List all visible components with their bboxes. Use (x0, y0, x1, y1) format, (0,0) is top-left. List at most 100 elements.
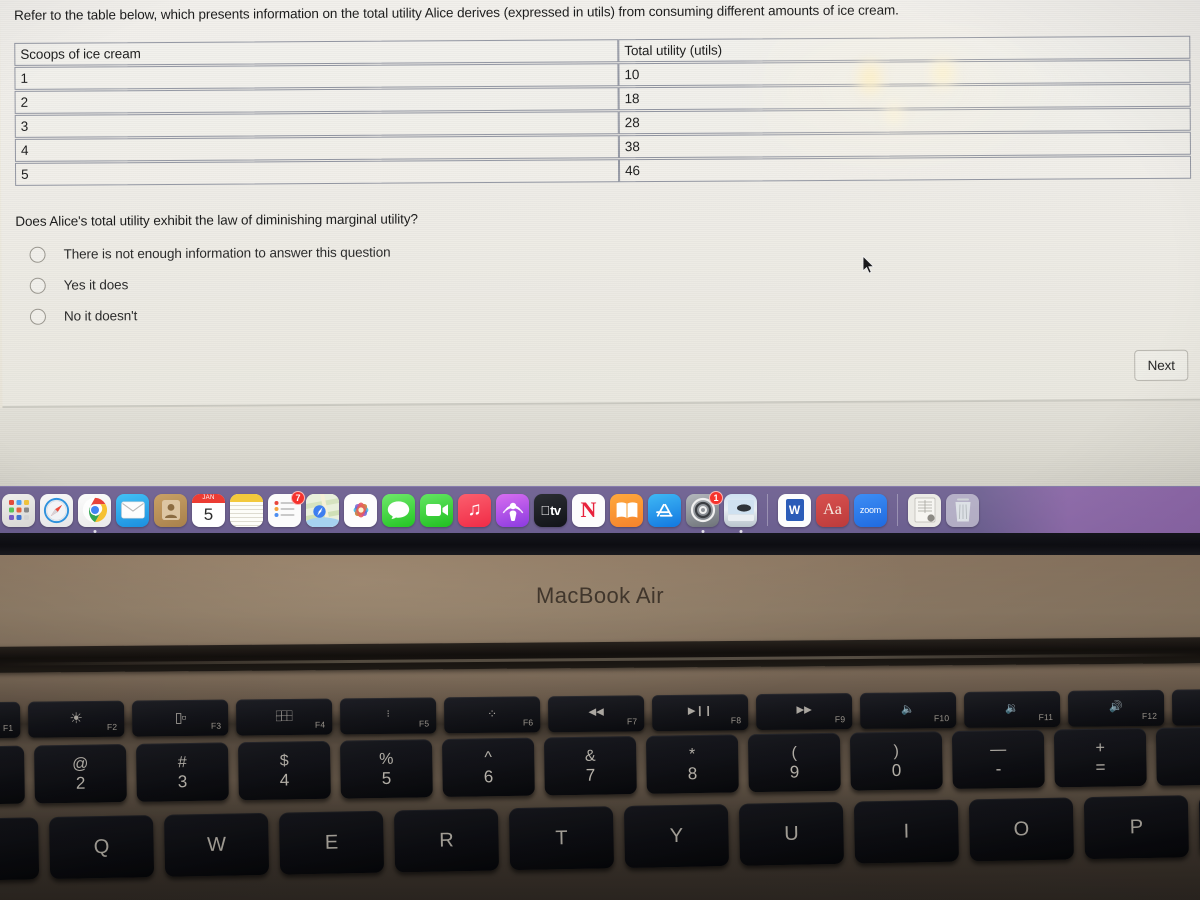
zoom-label-icon: zoom (859, 505, 882, 515)
answer-option-1[interactable]: Yes it does (29, 268, 391, 301)
dock-item-system-preferences[interactable] (724, 493, 757, 533)
dock-item-photos[interactable] (344, 493, 377, 527)
dock-item-books[interactable] (610, 493, 643, 527)
key-minus[interactable]: — - (951, 729, 1045, 790)
question-prompt: Refer to the table below, which presents… (14, 2, 899, 23)
key-7[interactable]: & 7 (543, 736, 637, 796)
desktop-wallpaper (0, 408, 1200, 486)
dock-item-mail[interactable] (116, 493, 149, 527)
answer-option-label: No it doesn't (63, 308, 138, 324)
play-pause-icon: ▶❙❙ (687, 705, 713, 717)
key-f12[interactable]: 🔊 F12 (1067, 689, 1165, 727)
key-f10[interactable]: 🔈 F10 (859, 691, 957, 729)
key-2[interactable]: @ 2 (33, 744, 127, 804)
mission-control-icon: ▯▫ (174, 709, 186, 726)
key-char: 9 (789, 761, 800, 782)
volume-up-icon: 🔊 (1109, 700, 1124, 713)
mute-icon: 🔈 (901, 702, 916, 716)
key-o[interactable]: O (968, 797, 1074, 862)
key-f7[interactable]: ◀◀ F7 (547, 695, 645, 733)
laptop-keyboard: ☼ F1 ☀ F2 ▯▫ F3 □□□□□□ F4 ⁝ F5 ⁘ F6 (0, 688, 1200, 900)
radio-button-icon[interactable] (29, 308, 46, 325)
dock-item-reminders[interactable]: 7 (268, 490, 305, 527)
key-4[interactable]: $ 4 (237, 740, 331, 801)
key-3[interactable]: # 3 (135, 742, 229, 802)
key-shift-char: — (990, 740, 1007, 758)
key-label: F8 (730, 715, 742, 726)
key-p[interactable]: P (1083, 795, 1189, 860)
dock-item-calendar[interactable]: JAN 5 (192, 493, 225, 527)
radio-button-icon[interactable] (29, 246, 46, 263)
dock-item-dictionary[interactable]: Aa (816, 493, 849, 527)
dock-item-trash[interactable] (946, 493, 979, 527)
key-i[interactable]: I (853, 799, 960, 864)
key-q[interactable]: Q (48, 815, 155, 880)
key-delete[interactable] (1155, 725, 1200, 786)
dock-item-messages[interactable] (382, 493, 415, 527)
brightness-up-icon: ☀ (69, 709, 83, 727)
key-label: F1 (2, 722, 14, 733)
key-char: 4 (279, 769, 290, 790)
key-f8[interactable]: ▶❙❙ F8 (651, 694, 749, 732)
key-0[interactable]: ) 0 (849, 731, 943, 791)
key-f9[interactable]: ▶▶ F9 (755, 693, 853, 731)
key-power[interactable] (1171, 688, 1200, 726)
key-shift-char: * (688, 745, 696, 763)
dock-item-document-file[interactable] (908, 493, 941, 527)
calendar-month-label: JAN (192, 493, 225, 503)
dock-item-system-settings[interactable]: 1 (686, 490, 723, 533)
key-f2[interactable]: ☀ F2 (27, 700, 125, 738)
next-button[interactable]: Next (1134, 349, 1189, 382)
settings-badge: 1 (709, 490, 723, 505)
key-w[interactable]: W (163, 812, 270, 877)
dock-item-podcasts[interactable] (496, 493, 529, 527)
dock-item-facetime[interactable] (420, 493, 453, 527)
dock-item-maps[interactable] (306, 493, 339, 527)
dock-item-safari[interactable] (40, 493, 73, 527)
dock-item-microsoft-word[interactable]: W (778, 493, 811, 527)
launchpad-grid-icon: □□□ □□□ (275, 707, 293, 724)
key-f4[interactable]: □□□ □□□ F4 (235, 698, 333, 736)
dock-separator (767, 494, 768, 526)
key-y[interactable]: Y (623, 804, 730, 869)
laptop-screen: Refer to the table below, which presents… (0, 0, 1200, 486)
rewind-icon: ◀◀ (588, 706, 604, 718)
key-r[interactable]: R (393, 808, 500, 873)
dock-item-notes[interactable] (230, 493, 263, 527)
keyboard-letter-row: Q W E R T Y U I O P { (0, 792, 1200, 882)
key-char: - (995, 758, 1002, 778)
dock-item-contacts[interactable] (154, 493, 187, 527)
dock-item-app-store[interactable] (648, 493, 681, 527)
cell-scoops: 4 (14, 135, 619, 162)
key-u[interactable]: U (738, 801, 845, 866)
key-equals[interactable]: + = (1053, 727, 1147, 788)
key-f11[interactable]: 🔉 F11 (963, 690, 1061, 728)
key-9[interactable]: ( 9 (747, 732, 841, 793)
dock-item-launchpad[interactable] (2, 493, 35, 527)
table-header-scoops: Scoops of ice cream (14, 39, 619, 66)
key-shift-char: + (1095, 739, 1105, 757)
answer-option-2[interactable]: No it doesn't (29, 299, 391, 332)
key-char: = (1095, 757, 1106, 777)
key-6[interactable]: ^ 6 (441, 737, 535, 798)
key-char: 3 (177, 771, 188, 791)
dock-item-music[interactable]: ♫ (458, 493, 491, 527)
key-tab[interactable] (0, 817, 40, 882)
key-1[interactable]: !1 (0, 745, 25, 806)
macos-dock[interactable]: JAN 5 7 ♫ tv N 1 W Aa zoom (0, 486, 1200, 533)
key-t[interactable]: T (508, 806, 615, 871)
key-f6[interactable]: ⁘ F6 (443, 696, 541, 734)
key-e[interactable]: E (278, 810, 385, 875)
dock-item-apple-tv[interactable]: tv (534, 493, 567, 527)
key-5[interactable]: % 5 (339, 739, 433, 799)
key-f3[interactable]: ▯▫ F3 (131, 699, 229, 737)
key-f5[interactable]: ⁝ F5 (339, 697, 437, 735)
answer-option-0[interactable]: There is not enough information to answe… (29, 237, 391, 270)
dock-item-zoom[interactable]: zoom (854, 493, 887, 527)
dock-item-chrome[interactable] (78, 493, 111, 533)
radio-button-icon[interactable] (29, 277, 46, 294)
key-f1[interactable]: ☼ F1 (0, 701, 21, 739)
key-8[interactable]: * 8 (645, 734, 739, 794)
calendar-day-number: 5 (203, 505, 214, 524)
dock-item-news[interactable]: N (572, 493, 605, 527)
